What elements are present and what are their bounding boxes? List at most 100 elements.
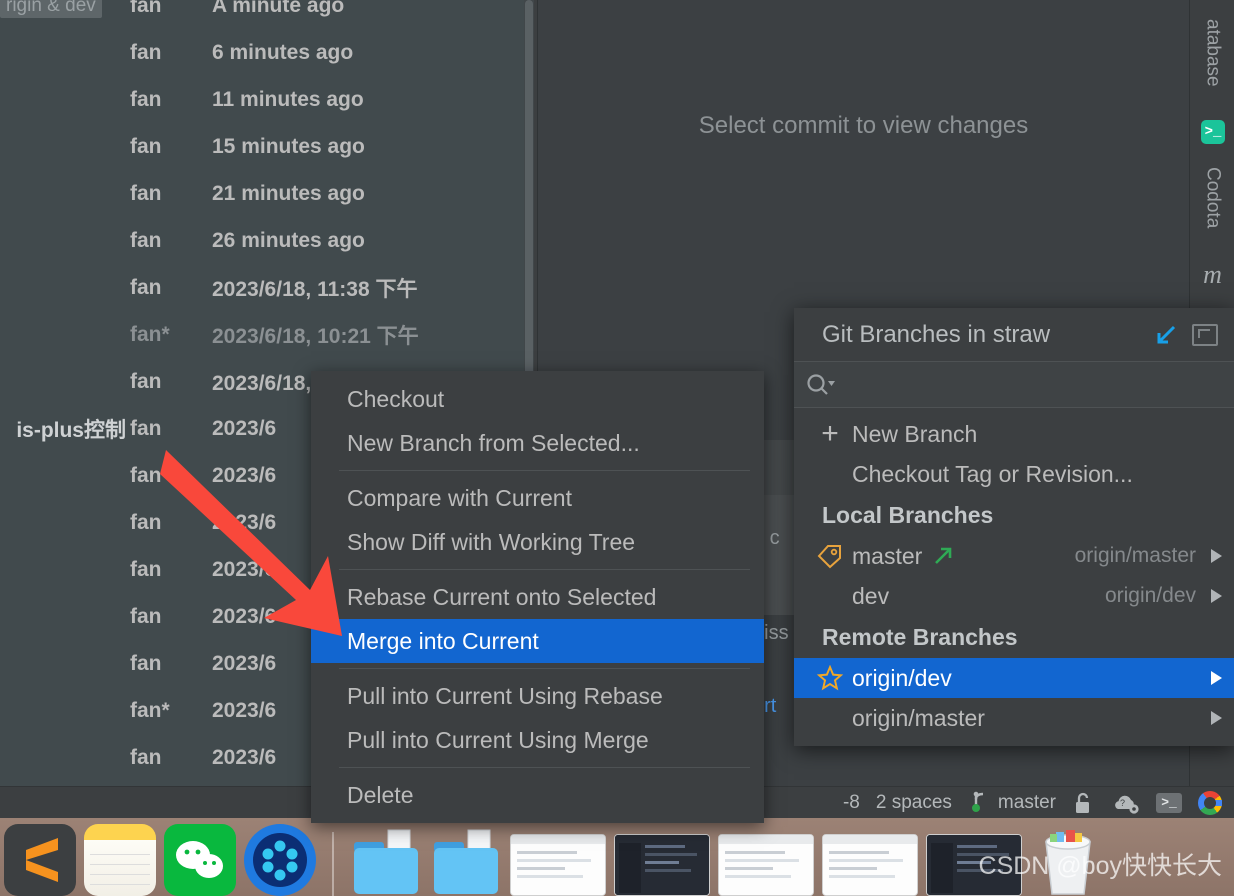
branch-tracking-label: origin/master	[1074, 544, 1196, 567]
cloud-settings-icon[interactable]: ?	[1110, 791, 1140, 815]
git-log-row[interactable]: fan 2023/6/18, 11:38 下午	[0, 264, 524, 311]
dock-item-window-1[interactable]	[510, 834, 606, 896]
sync-arrow-icon	[932, 545, 954, 567]
branches-popup-title: Git Branches in straw	[822, 320, 1051, 348]
branches-list[interactable]: + New Branch Checkout Tag or Revision... Lo…	[794, 408, 1234, 746]
git-log-author: fan	[130, 228, 162, 252]
restore-popup-icon[interactable]	[1192, 323, 1218, 346]
git-log-author: fan	[130, 0, 162, 17]
local-branch-row[interactable]: dev origin/dev	[794, 576, 1234, 616]
branch-action-icon: +	[808, 419, 852, 449]
chevron-right-icon[interactable]	[1208, 671, 1224, 685]
git-log-row[interactable]: fan 26 minutes ago	[0, 217, 524, 264]
git-log-author: fan	[130, 40, 162, 64]
dock-item-notes[interactable]	[84, 824, 156, 896]
stripe-item-codota[interactable]: Codota	[1190, 150, 1234, 245]
git-log-row[interactable]: fan* 2023/6/18, 10:21 下午	[0, 311, 524, 358]
dock-item-window-2[interactable]	[614, 834, 710, 896]
stripe-item-database[interactable]: atabase	[1190, 0, 1234, 105]
chevron-right-icon[interactable]	[1208, 549, 1224, 563]
codota-icon[interactable]: >_	[1201, 120, 1225, 144]
git-log-row[interactable]: rigin & dev fan A minute ago	[0, 0, 524, 29]
dock-separator	[332, 832, 334, 896]
git-log-subject: is-plus控制	[16, 418, 126, 442]
git-log-row[interactable]: fan 21 minutes ago	[0, 170, 524, 217]
menu-item-pull-into-current-using-rebase[interactable]: Pull into Current Using Rebase	[311, 674, 764, 718]
dock-item-sublime-text[interactable]	[4, 824, 76, 896]
screen: rigin & dev fan A minute ago fan 6 minutes a…	[0, 0, 1234, 896]
stripe-label-database: atabase	[1202, 18, 1224, 87]
git-log-row[interactable]: fan 6 minutes ago	[0, 29, 524, 76]
annotation-arrow	[160, 440, 360, 655]
branch-action-new-branch[interactable]: + New Branch	[794, 414, 1234, 454]
branch-row-label: origin/dev	[852, 664, 952, 691]
chevron-right-icon[interactable]	[1208, 589, 1224, 603]
branches-popup-header: Git Branches in straw	[794, 308, 1234, 362]
git-log-branch-badge: rigin & dev	[0, 0, 102, 18]
menu-separator	[339, 668, 750, 669]
dock-item-wechat[interactable]	[164, 824, 236, 896]
terminal-icon[interactable]: >_	[1156, 792, 1182, 813]
git-log-date: 2023/6	[212, 651, 277, 675]
unlock-icon[interactable]	[1072, 791, 1094, 815]
menu-item-new-branch-from-selected[interactable]: New Branch from Selected...	[311, 421, 764, 465]
google-icon[interactable]	[1198, 790, 1222, 815]
stripe-label-maven: m	[1203, 260, 1222, 289]
tag-icon	[817, 545, 841, 569]
svg-text:?: ?	[1120, 798, 1125, 808]
branch-action-checkout-tag-or-revision[interactable]: Checkout Tag or Revision...	[794, 454, 1234, 494]
git-log-author: fan*	[130, 322, 170, 346]
menu-item-merge-into-current[interactable]: Merge into Current	[311, 619, 764, 663]
git-log-date: 2023/6/18, 11:38 下午	[212, 277, 418, 301]
menu-item-delete[interactable]: Delete	[311, 773, 764, 817]
dock-item-window-3[interactable]	[718, 834, 814, 896]
dock-item-folder-1[interactable]	[350, 824, 422, 896]
branches-search-input[interactable]	[838, 369, 1234, 400]
menu-item-pull-into-current-using-merge[interactable]: Pull into Current Using Merge	[311, 718, 764, 762]
branch-action-label: Checkout Tag or Revision...	[852, 460, 1133, 487]
git-log-date: A minute ago	[212, 0, 345, 17]
menu-item-compare-with-current[interactable]: Compare with Current	[311, 476, 764, 520]
star-icon	[816, 665, 844, 691]
menu-item-show-diff-with-working-tree[interactable]: Show Diff with Working Tree	[311, 520, 764, 564]
git-log-row[interactable]: fan 11 minutes ago	[0, 76, 524, 123]
menu-item-rebase-current-onto-selected[interactable]: Rebase Current onto Selected	[311, 575, 764, 619]
branch-row-label: dev	[852, 582, 890, 609]
git-log-date: 2023/6	[212, 416, 277, 440]
remote-branch-row[interactable]: origin/dev	[794, 658, 1234, 698]
local-branches-header: Local Branches	[822, 501, 994, 528]
status-encoding[interactable]: -8	[843, 792, 860, 814]
stripe-item-maven[interactable]: m	[1190, 260, 1234, 290]
git-log-date: 2023/6/18, 10:21 下午	[212, 324, 419, 348]
dock-item-blue-app[interactable]	[244, 824, 316, 896]
git-log-author: fan	[130, 369, 162, 393]
branch-row-icon	[808, 543, 852, 569]
status-branch[interactable]: master	[968, 791, 1056, 815]
remote-branches-header: Remote Branches	[822, 623, 1018, 650]
branch-row-label: origin/master	[852, 704, 985, 731]
dock-item-window-4[interactable]	[822, 834, 918, 896]
menu-item-checkout[interactable]: Checkout	[311, 377, 764, 421]
status-indent[interactable]: 2 spaces	[876, 792, 952, 814]
search-icon	[804, 372, 838, 398]
branch-row-icon	[808, 665, 852, 691]
branch-row-label: master	[852, 542, 923, 569]
git-log-date: 6 minutes ago	[212, 40, 354, 64]
git-branches-popup[interactable]: Git Branches in straw + New Branch Check…	[794, 308, 1234, 746]
remote-branch-row[interactable]: origin/master	[794, 698, 1234, 738]
branches-search-row[interactable]	[794, 362, 1234, 408]
menu-separator	[339, 470, 750, 471]
git-log-row[interactable]: fan 15 minutes ago	[0, 123, 524, 170]
chevron-right-icon[interactable]	[1208, 711, 1224, 725]
git-log-date: 11 minutes ago	[212, 87, 364, 111]
git-log-date: 2023/6	[212, 745, 277, 769]
branch-tracking-label: origin/dev	[1104, 584, 1196, 607]
dock-item-folder-2[interactable]	[430, 824, 502, 896]
local-branch-row[interactable]: master origin/master	[794, 536, 1234, 576]
git-log-author: fan	[130, 87, 162, 111]
status-branch-label: master	[997, 791, 1056, 813]
branch-context-menu[interactable]: Checkout New Branch from Selected... Compa…	[311, 371, 764, 823]
git-log-date: 2023/6	[212, 698, 277, 722]
hide-popup-icon[interactable]	[1154, 323, 1178, 347]
branches-popup-header-icons	[1154, 323, 1226, 347]
